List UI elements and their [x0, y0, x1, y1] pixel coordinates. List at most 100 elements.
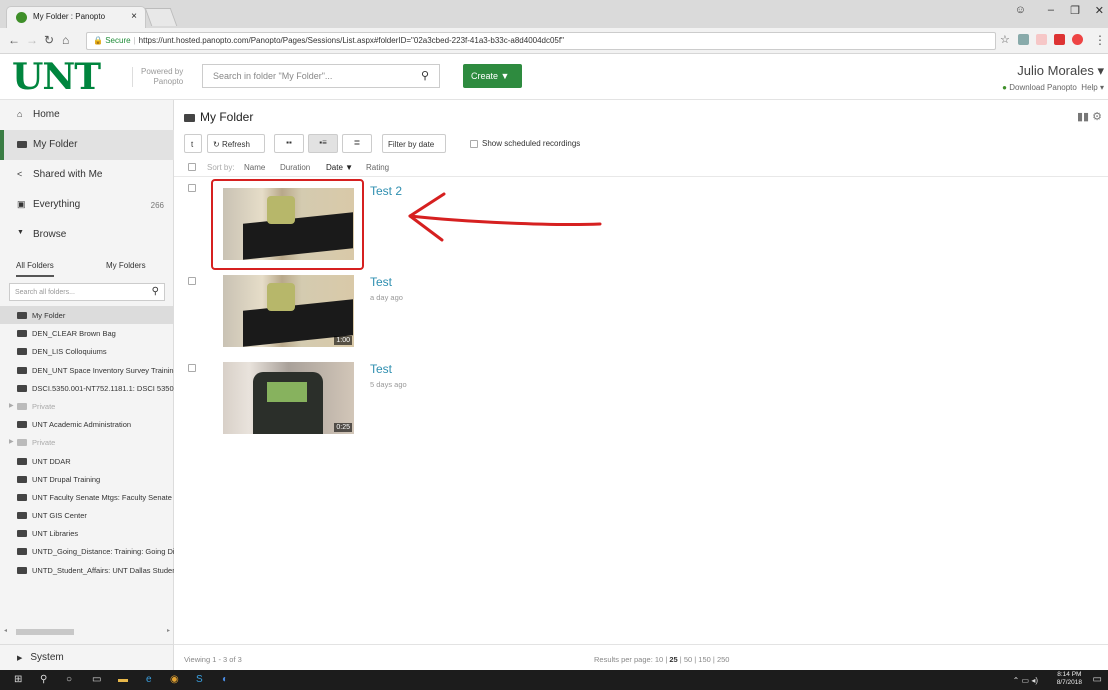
page-size-10[interactable]: 10: [655, 655, 663, 664]
folder-tree-item[interactable]: ▶ Private: [0, 433, 174, 451]
extension-icon[interactable]: [1036, 34, 1047, 45]
home-icon[interactable]: ⌂: [62, 33, 69, 47]
page-size-50[interactable]: 50: [684, 655, 692, 664]
create-button[interactable]: Create ▼: [463, 64, 522, 88]
page-size-150[interactable]: 150: [698, 655, 711, 664]
session-row[interactable]: 0:25 Test 5 days ago: [174, 352, 1108, 438]
settings-gear-icon[interactable]: ⚙: [1092, 111, 1102, 123]
sidebar-item-shared[interactable]: < Shared with Me: [0, 160, 174, 190]
close-tab-icon[interactable]: ×: [131, 11, 137, 22]
grid-view-button[interactable]: ▪▪: [274, 134, 304, 153]
folder-search-input[interactable]: Search in folder "My Folder"... ⚲: [202, 64, 440, 88]
folder-icon: [17, 439, 27, 447]
windows-start-icon[interactable]: ⊞: [14, 674, 22, 685]
folder-tree-item[interactable]: DEN_LIS Colloquiums: [0, 342, 174, 360]
folder-tree-item[interactable]: My Folder: [0, 306, 174, 325]
folder-tree-item[interactable]: DSCI.5350.001-NT752.1181.1: DSCI 5350: [0, 379, 174, 397]
search-icon[interactable]: ⚲: [40, 674, 47, 685]
folder-tree-item[interactable]: UNT Drupal Training: [0, 470, 174, 488]
session-thumbnail[interactable]: 1:00: [223, 275, 354, 347]
skype-icon[interactable]: S: [196, 674, 203, 685]
cortana-icon[interactable]: ○: [66, 674, 72, 685]
address-bar[interactable]: 🔒 Secure | https://unt.hosted.panopto.com/…: [86, 32, 996, 50]
session-thumbnail[interactable]: 0:25: [223, 362, 354, 434]
task-view-icon[interactable]: ▭: [92, 674, 101, 685]
forward-icon[interactable]: →: [26, 33, 38, 47]
folder-tree-item[interactable]: UNT Academic Administration: [0, 415, 174, 433]
search-icon[interactable]: ⚲: [421, 69, 429, 82]
detail-view-button[interactable]: ▪≡: [308, 134, 338, 153]
sort-duration[interactable]: Duration: [280, 163, 310, 172]
bookmark-star-icon[interactable]: ☆: [1000, 33, 1010, 46]
download-panopto-link[interactable]: Download Panopto: [1009, 83, 1077, 92]
up-folder-button[interactable]: t: [184, 134, 202, 153]
menu-icon[interactable]: ⋮: [1094, 33, 1106, 47]
sidebar-item-browse[interactable]: ▼ Browse: [0, 220, 174, 250]
minimize-icon[interactable]: –: [1048, 4, 1054, 16]
sidebar-item-everything[interactable]: ▣ Everything 266: [0, 190, 174, 220]
session-title-link[interactable]: Test 2: [370, 184, 402, 198]
sidebar-item-label: Home: [33, 109, 60, 120]
extension-icon[interactable]: [1018, 34, 1029, 45]
session-title-link[interactable]: Test: [370, 362, 392, 376]
sidebar-item-system[interactable]: ▶ System: [0, 644, 174, 670]
horizontal-scrollbar[interactable]: ◂ ▸: [4, 628, 170, 636]
expand-arrow-icon[interactable]: ▶: [9, 438, 14, 445]
folder-tree-item[interactable]: ▶ Private: [0, 397, 174, 415]
sort-rating[interactable]: Rating: [366, 163, 389, 172]
notifications-icon[interactable]: ▭: [1093, 674, 1102, 685]
extension-icon[interactable]: [1054, 34, 1065, 45]
folder-tree-item[interactable]: DEN_CLEAR Brown Bag: [0, 324, 174, 342]
edge-icon[interactable]: e: [146, 674, 152, 685]
maximize-icon[interactable]: ❐: [1070, 4, 1080, 17]
close-window-icon[interactable]: ✕: [1095, 4, 1104, 17]
file-explorer-icon[interactable]: ▬: [118, 674, 128, 685]
folder-tree-item[interactable]: UNT Libraries: [0, 524, 174, 542]
app-icon[interactable]: ◐: [222, 674, 228, 685]
filter-by-date-button[interactable]: Filter by date: [382, 134, 446, 153]
session-row[interactable]: 1:00 Test a day ago: [174, 265, 1108, 351]
taskbar-clock[interactable]: 8:14 PM 8/7/2018: [1057, 671, 1082, 687]
select-all-checkbox[interactable]: [188, 163, 196, 171]
opera-extension-icon[interactable]: [1072, 34, 1083, 45]
folder-icon: [17, 475, 27, 483]
user-menu[interactable]: Julio Morales ▾: [1017, 63, 1104, 79]
new-tab-button[interactable]: [144, 8, 178, 26]
folder-tree-item[interactable]: UNTD_Student_Affairs: UNT Dallas Student…: [0, 561, 174, 579]
tab-all-folders[interactable]: All Folders: [16, 261, 54, 277]
refresh-button[interactable]: ↻ Refresh: [207, 134, 265, 153]
search-icon[interactable]: ⚲: [152, 286, 159, 297]
list-view-button[interactable]: ≣: [342, 134, 372, 153]
sidebar-item-my-folder[interactable]: My Folder: [0, 130, 174, 160]
browser-tab[interactable]: My Folder : Panopto ×: [6, 6, 146, 28]
folder-tree-item[interactable]: UNTD_Going_Distance: Training: Going Dis…: [0, 542, 174, 560]
folder-search-input[interactable]: Search all folders... ⚲: [9, 283, 165, 301]
expand-arrow-icon[interactable]: ▶: [9, 402, 14, 409]
scroll-left-icon[interactable]: ◂: [4, 627, 7, 634]
reload-icon[interactable]: ↻: [44, 33, 54, 47]
page-size-25[interactable]: 25: [669, 655, 677, 664]
session-checkbox[interactable]: [188, 184, 196, 192]
help-link[interactable]: Help: [1081, 83, 1097, 92]
sort-date[interactable]: Date ▼: [326, 163, 353, 172]
folder-tree-item[interactable]: DEN_UNT Space Inventory Survey Training: [0, 361, 174, 379]
sort-name[interactable]: Name: [244, 163, 265, 172]
profile-icon[interactable]: ☺: [1015, 4, 1026, 16]
session-checkbox[interactable]: [188, 277, 196, 285]
stats-icon[interactable]: ▮▮: [1077, 111, 1089, 123]
system-tray-icons[interactable]: ⌃ ▭ ◂): [1013, 676, 1038, 685]
tab-my-folders[interactable]: My Folders: [106, 261, 146, 270]
sidebar-item-home[interactable]: ⌂ Home: [0, 100, 174, 130]
folder-tree-item[interactable]: UNT GIS Center: [0, 506, 174, 524]
scroll-right-icon[interactable]: ▸: [167, 627, 170, 634]
show-scheduled-checkbox[interactable]: [470, 140, 478, 148]
back-icon[interactable]: ←: [8, 33, 20, 47]
chrome-icon[interactable]: ◉: [170, 674, 179, 685]
unt-logo[interactable]: UNT: [12, 56, 101, 98]
scrollbar-thumb[interactable]: [16, 629, 74, 635]
folder-tree-item[interactable]: UNT DDAR: [0, 452, 174, 470]
session-checkbox[interactable]: [188, 364, 196, 372]
session-title-link[interactable]: Test: [370, 275, 392, 289]
folder-tree-item[interactable]: UNT Faculty Senate Mtgs: Faculty Senate: [0, 488, 174, 506]
page-size-250[interactable]: 250: [717, 655, 730, 664]
